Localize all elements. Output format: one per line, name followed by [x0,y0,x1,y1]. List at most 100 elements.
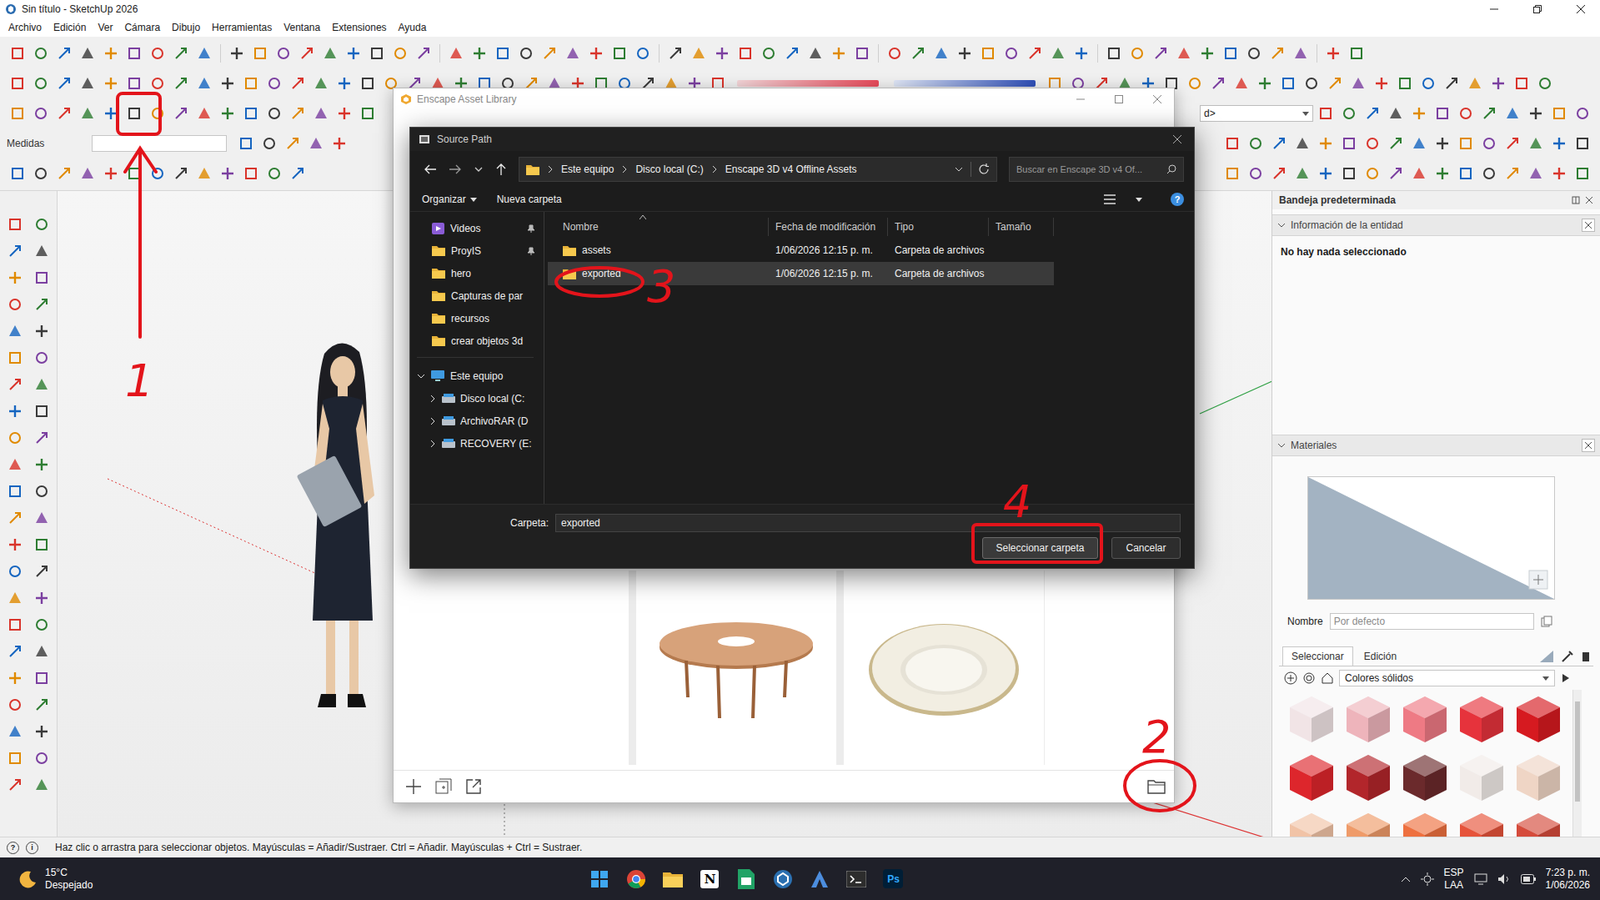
nav-item[interactable]: ProyIS [410,239,542,262]
toolbar-button[interactable] [30,771,54,798]
toolbar-button[interactable] [356,102,379,125]
toolbar-button[interactable] [53,102,76,125]
toolbar-button[interactable] [3,531,27,558]
toolbar-button[interactable] [827,42,850,65]
toolbar-button[interactable] [263,162,286,185]
toolbar-button[interactable] [30,317,54,345]
toolbar-button[interactable] [3,451,27,478]
toolbar-button[interactable] [3,424,27,452]
toolbar-button[interactable] [366,42,388,65]
toolbar-button[interactable] [1501,132,1524,155]
toolbar-button[interactable] [1384,162,1407,185]
library-dropdown[interactable]: Colores sólidos [1339,669,1555,687]
toolbar-button[interactable] [216,102,239,125]
nav-item[interactable]: recursos [410,306,542,330]
material-swatch[interactable] [1510,747,1566,807]
toolbar-button[interactable] [538,42,561,65]
toolbar-button[interactable] [3,557,27,585]
section-header[interactable]: Información de la entidad [1272,214,1600,236]
taskbar-app[interactable] [659,863,687,894]
close-button[interactable] [1581,218,1595,232]
nav-item[interactable]: Videos [410,216,542,240]
toolbar-button[interactable] [1534,72,1556,95]
nav-item[interactable]: hero [410,261,542,285]
toolbar-button[interactable] [30,162,52,185]
toolbar-button[interactable] [30,531,54,558]
folder-field[interactable]: exported [555,513,1181,532]
toolbar-button[interactable] [76,72,99,95]
toolbar-button[interactable] [1268,162,1290,185]
language-indicator[interactable]: ESPLAA [1444,866,1465,892]
new-folder-button[interactable]: Nueva carpeta [496,193,562,206]
close-button[interactable] [1561,0,1600,19]
taskbar-app[interactable] [769,863,797,894]
toolbar-button[interactable] [608,42,631,65]
toolbar-button[interactable] [1126,42,1149,65]
toolbar-button[interactable] [585,42,607,65]
toolbar-button[interactable] [1070,42,1093,65]
toolbar-button[interactable] [30,584,54,612]
back-icon[interactable] [423,163,437,176]
toolbar-button[interactable] [30,611,54,638]
toolbar-button[interactable] [3,637,27,665]
toolbar-button[interactable] [1277,72,1300,95]
toolbar-button[interactable] [1244,162,1267,185]
toolbar-button[interactable] [3,584,27,612]
status-icon[interactable]: ? [6,841,20,854]
breadcrumb[interactable]: Este equipo [561,163,614,176]
forward-icon[interactable] [448,163,462,176]
toolbar-button[interactable] [1501,162,1524,185]
material-swatch[interactable] [1397,689,1453,748]
add-icon[interactable] [1284,671,1298,685]
material-swatch[interactable] [1340,689,1396,748]
toolbar-button[interactable] [1300,72,1323,95]
nav-item[interactable]: Capturas de par [410,284,542,307]
toolbar-button[interactable] [30,344,54,372]
exposure-bar[interactable] [737,80,879,87]
toolbar-button[interactable] [305,132,327,155]
menu-item[interactable]: Edición [47,21,92,34]
toolbar-button[interactable] [3,290,27,318]
toolbar-button[interactable] [240,162,262,185]
toolbar-button[interactable] [30,237,54,265]
toolbar-button[interactable] [272,42,295,65]
eyedropper-icon[interactable] [1560,649,1575,663]
close-button[interactable] [1160,127,1194,151]
toolbar-button[interactable] [1219,42,1242,65]
toolbar-button[interactable] [76,102,99,125]
taskbar-app[interactable] [622,863,650,894]
toolbar-button[interactable] [1431,102,1454,125]
column-header[interactable]: Fecha de modificación [768,217,888,236]
toolbar-button[interactable] [1221,132,1244,155]
toolbar-button[interactable] [977,42,999,65]
toolbar-button[interactable] [342,42,365,65]
chevron-up-icon[interactable] [1400,875,1411,883]
toolbar-button[interactable] [263,102,286,125]
toolbar-button[interactable] [170,72,192,95]
import-icon[interactable] [435,777,452,795]
toolbar-button[interactable] [123,72,146,95]
brightness-icon[interactable] [1420,872,1435,886]
toolbar-button[interactable] [30,557,54,585]
toolbar-button[interactable] [1314,132,1337,155]
restore-button[interactable] [1518,0,1557,19]
toolbar-button[interactable] [3,397,27,425]
toolbar-button[interactable] [1524,132,1547,155]
toolbar-button[interactable] [3,344,27,372]
material-swatch[interactable] [1340,806,1396,837]
nav-item[interactable]: Este equipo [410,364,542,387]
toolbar-button[interactable] [1571,102,1594,125]
toolbar-button[interactable] [1023,42,1046,65]
toolbar-button[interactable] [170,102,192,125]
toolbar-button[interactable] [123,42,146,65]
network-icon[interactable] [1474,872,1488,885]
nav-item[interactable]: crear objetos 3d [410,329,542,352]
menu-item[interactable]: Ventana [277,21,327,34]
toolbar-button[interactable] [30,424,54,452]
toolbar-button[interactable] [1478,132,1500,155]
toolbar-button[interactable] [3,371,27,398]
add-icon[interactable] [405,777,422,795]
toolbar-button[interactable] [1440,72,1463,95]
toolbar-button[interactable] [1149,42,1172,65]
help-button[interactable]: ? [1170,192,1184,206]
